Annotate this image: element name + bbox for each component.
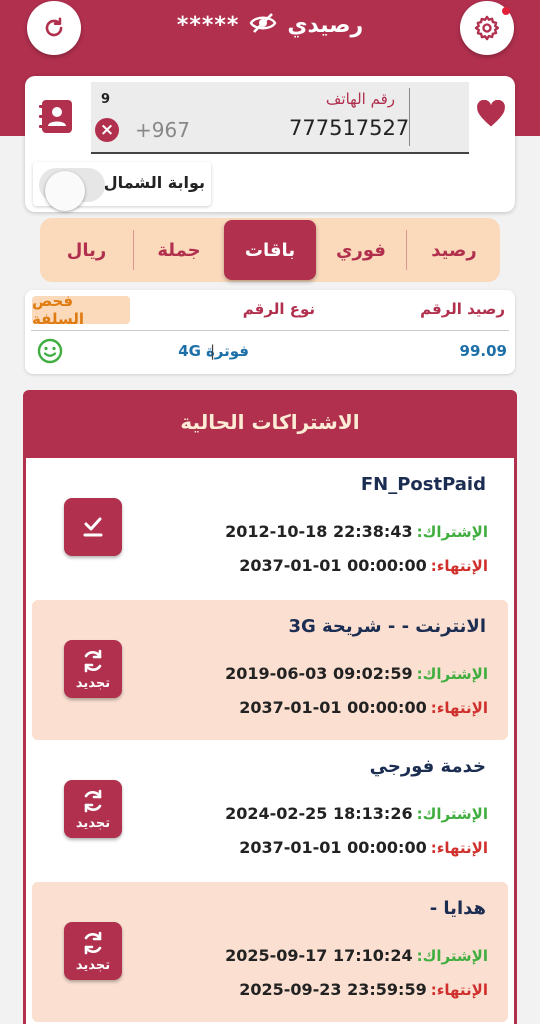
end-date: 2037-01-01 00:00:00 [239, 556, 427, 575]
subscriptions-title: الاشتراكات الحالية [180, 410, 360, 434]
checkmark-icon [83, 517, 103, 537]
number-info-card: رصيد الرقم نوع الرقم فحص السلفة 99.09 فو… [25, 290, 515, 374]
start-label: الإشتراك: [416, 522, 488, 541]
phone-number-input[interactable]: 777517527 [289, 116, 409, 140]
tab-divider [133, 230, 134, 270]
toggle-knob [45, 171, 85, 211]
tab-divider [406, 230, 407, 270]
subscription-item: FN_PostPaid الإشتراك: 2012-10-18 22:38:4… [32, 458, 508, 598]
renew-icon [84, 789, 102, 812]
end-date: 2025-09-23 23:59:59 [239, 980, 427, 999]
end-row: الإنتهاء: 2037-01-01 00:00:00 [239, 556, 488, 575]
page-title: رصيدي [287, 12, 364, 38]
renew-icon [84, 649, 102, 672]
tab-wholesale[interactable]: جملة [134, 218, 224, 282]
renew-icon [84, 931, 102, 954]
end-label: الإنتهاء: [430, 838, 488, 857]
end-date: 2037-01-01 00:00:00 [239, 838, 427, 857]
subscriptions-panel: الاشتراكات الحالية FN_PostPaid الإشتراك:… [23, 390, 517, 1024]
start-label: الإشتراك: [416, 946, 488, 965]
subscription-name: الانترنت - - شريحة 3G [288, 616, 486, 637]
subscription-item: خدمة فورجي الإشتراك: 2024-02-25 18:13:26… [32, 740, 508, 880]
gateway-toggle-row: بوابة الشمال [33, 162, 211, 211]
start-row: الإشتراك: 2012-10-18 22:38:43 [225, 522, 488, 541]
divider [409, 88, 410, 146]
end-label: الإنتهاء: [430, 980, 488, 999]
smile-icon [37, 338, 63, 364]
status-face [37, 338, 63, 368]
clear-button[interactable]: × [95, 118, 119, 142]
end-date: 2037-01-01 00:00:00 [239, 698, 427, 717]
gateway-label: بوابة الشمال [103, 173, 205, 192]
subscription-name: FN_PostPaid [360, 474, 486, 495]
favorite-button[interactable] [476, 99, 506, 132]
top-bar: ***** رصيدي [0, 0, 540, 60]
phone-input-box[interactable]: 9 رقم الهاتف 777517527 +967 × [91, 82, 469, 154]
separator: | [209, 342, 215, 360]
renew-label: تجديد [75, 675, 111, 691]
heart-icon [477, 99, 505, 127]
tab-bar: رصيد فوري باقات جملة ريال [40, 218, 500, 282]
phone-label: رقم الهاتف [325, 90, 395, 108]
balance-title: ***** رصيدي [0, 12, 540, 38]
subscription-item: هدايا - الإشتراك: 2025-09-17 17:10:24 ال… [32, 882, 508, 1022]
renew-button[interactable]: تجديد [64, 922, 122, 980]
end-label: الإنتهاء: [430, 556, 488, 575]
start-date: 2019-06-03 09:02:59 [225, 664, 413, 683]
hide-balance-button[interactable] [249, 12, 277, 38]
divider [31, 330, 509, 331]
subscription-item: الانترنت - - شريحة 3G الإشتراك: 2019-06-… [32, 600, 508, 740]
tab-balance[interactable]: رصيد [408, 218, 500, 282]
start-date: 2012-10-18 22:38:43 [225, 522, 413, 541]
subscriptions-list: FN_PostPaid الإشتراك: 2012-10-18 22:38:4… [26, 458, 514, 1024]
notification-dot [502, 7, 510, 15]
tab-packages[interactable]: باقات [224, 220, 316, 280]
phone-card: 9 رقم الهاتف 777517527 +967 × بوابة الشم… [25, 76, 515, 212]
end-label: الإنتهاء: [430, 698, 488, 717]
digit-count: 9 [101, 92, 111, 107]
balance-value: 99.09 [459, 342, 507, 360]
end-row: الإنتهاء: 2037-01-01 00:00:00 [239, 838, 488, 857]
type-header: نوع الرقم [242, 300, 315, 318]
network-value: 4G [178, 342, 201, 360]
tab-instant[interactable]: فوري [316, 218, 406, 282]
start-row: الإشتراك: 2025-09-17 17:10:24 [225, 946, 488, 965]
renew-label: تجديد [75, 815, 111, 831]
contacts-icon [39, 100, 72, 133]
start-label: الإشتراك: [416, 664, 488, 683]
renew-button[interactable]: تجديد [64, 780, 122, 838]
gear-icon [474, 15, 500, 41]
gateway-toggle[interactable] [39, 168, 105, 211]
renew-button[interactable]: تجديد [64, 640, 122, 698]
masked-balance: ***** [176, 12, 240, 38]
subscription-status-button[interactable] [64, 498, 122, 556]
start-date: 2024-02-25 18:13:26 [225, 804, 413, 823]
country-prefix: +967 [135, 118, 190, 142]
renew-label: تجديد [75, 957, 111, 973]
tab-riyal[interactable]: ريال [40, 218, 133, 282]
contacts-button[interactable] [39, 96, 75, 140]
end-row: الإنتهاء: 2025-09-23 23:59:59 [239, 980, 488, 999]
start-label: الإشتراك: [416, 804, 488, 823]
subscription-name: خدمة فورجي [369, 756, 486, 777]
eye-off-icon [249, 13, 277, 33]
end-row: الإنتهاء: 2037-01-01 00:00:00 [239, 698, 488, 717]
settings-button[interactable] [460, 1, 514, 55]
check-loan-button[interactable]: فحص السلفة [32, 292, 130, 328]
start-row: الإشتراك: 2019-06-03 09:02:59 [225, 664, 488, 683]
balance-header: رصيد الرقم [420, 300, 505, 318]
subscription-name: هدايا - [429, 898, 486, 919]
start-date: 2025-09-17 17:10:24 [225, 946, 413, 965]
start-row: الإشتراك: 2024-02-25 18:13:26 [225, 804, 488, 823]
